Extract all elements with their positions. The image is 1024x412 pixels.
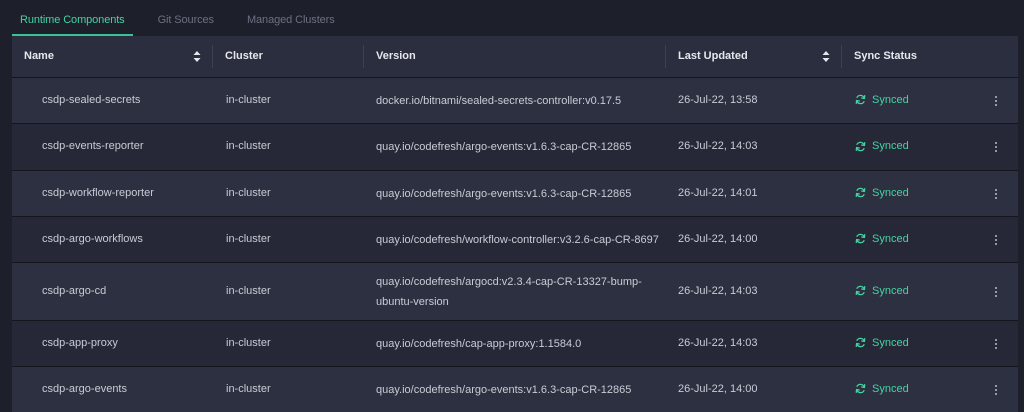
component-version: quay.io/codefresh/cap-app-proxy:1.1584.0 [376, 334, 581, 354]
sync-status-label: Synced [872, 336, 909, 349]
component-name: csdp-argo-workflows [42, 232, 143, 245]
component-version-line: ubuntu-version [376, 295, 449, 308]
component-cluster: in-cluster [226, 232, 271, 245]
sync-icon [855, 285, 866, 296]
table-row[interactable]: csdp-sealed-secrets in-cluster docker.io… [12, 77, 1018, 123]
component-last-updated: 26-Jul-22, 14:00 [678, 232, 758, 245]
sort-icon[interactable] [193, 50, 201, 63]
column-divider [665, 45, 666, 68]
component-last-updated: 26-Jul-22, 14:03 [678, 284, 758, 297]
component-version: quay.io/codefresh/argo-events:v1.6.3-cap… [376, 184, 631, 204]
component-name: csdp-sealed-secrets [42, 93, 141, 106]
sync-status-label: Synced [872, 284, 909, 297]
component-last-updated: 26-Jul-22, 13:58 [678, 93, 758, 106]
table-row[interactable]: csdp-app-proxy in-cluster quay.io/codefr… [12, 320, 1018, 366]
component-cluster: in-cluster [226, 140, 271, 152]
tab-bar: Runtime Components Git Sources Managed C… [12, 0, 360, 36]
component-name: csdp-app-proxy [42, 336, 118, 349]
component-version: docker.io/bitnami/sealed-secrets-control… [376, 91, 621, 111]
column-header-cluster: Cluster [225, 50, 263, 62]
column-header-version: Version [376, 50, 416, 62]
components-table: Name Cluster Version Last Updated Sync S… [12, 36, 1018, 412]
component-last-updated: 26-Jul-22, 14:00 [678, 382, 758, 395]
sync-status-badge: Synced [855, 140, 909, 152]
component-name: csdp-workflow-reporter [42, 186, 154, 199]
component-last-updated: 26-Jul-22, 14:01 [678, 186, 758, 199]
component-name: csdp-events-reporter [42, 140, 144, 152]
column-divider [363, 45, 364, 68]
component-version-line: quay.io/codefresh/workflow-controller:v3… [376, 233, 659, 246]
sync-status-badge: Synced [855, 233, 909, 245]
sync-status-badge: Synced [855, 187, 909, 199]
tab-git-sources[interactable]: Git Sources [150, 0, 222, 36]
component-version: quay.io/codefresh/argo-events:v1.6.3-cap… [376, 137, 631, 157]
sync-status-badge: Synced [855, 285, 909, 297]
sort-icon[interactable] [822, 50, 830, 63]
component-cluster: in-cluster [226, 284, 271, 297]
sync-icon [855, 187, 866, 198]
kebab-menu-icon[interactable] [992, 140, 1000, 154]
sync-status-label: Synced [872, 93, 909, 106]
sync-status-label: Synced [872, 382, 909, 395]
table-row[interactable]: csdp-workflow-reporter in-cluster quay.i… [12, 170, 1018, 216]
table-body: csdp-sealed-secrets in-cluster docker.io… [12, 77, 1018, 412]
column-divider [212, 45, 213, 68]
column-header-name[interactable]: Name [24, 36, 54, 77]
kebab-menu-icon[interactable] [992, 337, 1000, 351]
sync-icon [855, 337, 866, 348]
table-header: Name Cluster Version Last Updated Sync S… [12, 36, 1018, 77]
component-version: quay.io/codefresh/argocd:v2.3.4-cap-CR-1… [376, 272, 642, 312]
sync-icon [855, 141, 866, 151]
sync-status-badge: Synced [855, 383, 909, 395]
kebab-menu-icon[interactable] [992, 383, 1000, 397]
kebab-menu-icon[interactable] [992, 94, 1000, 108]
component-version-line: quay.io/codefresh/cap-app-proxy:1.1584.0 [376, 337, 582, 350]
component-name: csdp-argo-events [42, 382, 127, 395]
table-row[interactable]: csdp-events-reporter in-cluster quay.io/… [12, 123, 1018, 170]
component-cluster: in-cluster [226, 186, 271, 199]
component-version-line: quay.io/codefresh/argo-events:v1.6.3-cap… [376, 187, 632, 200]
component-last-updated: 26-Jul-22, 14:03 [678, 140, 758, 152]
table-row[interactable]: csdp-argo-events in-cluster quay.io/code… [12, 366, 1018, 412]
component-version-line: quay.io/codefresh/argocd:v2.3.4-cap-CR-1… [376, 275, 642, 288]
component-version-line: quay.io/codefresh/argo-events:v1.6.3-cap… [376, 141, 632, 153]
component-version-line: docker.io/bitnami/sealed-secrets-control… [376, 94, 622, 107]
sync-status-label: Synced [872, 140, 909, 152]
column-header-sync-status: Sync Status [854, 50, 917, 62]
column-header-last-updated[interactable]: Last Updated [678, 36, 748, 77]
component-cluster: in-cluster [226, 93, 271, 106]
sync-icon [855, 233, 866, 244]
tab-managed-clusters[interactable]: Managed Clusters [239, 0, 343, 36]
sync-icon [855, 383, 866, 394]
sync-status-badge: Synced [855, 94, 909, 106]
sync-status-label: Synced [872, 232, 909, 245]
component-name: csdp-argo-cd [42, 284, 107, 297]
sync-status-badge: Synced [855, 337, 909, 349]
component-version: quay.io/codefresh/workflow-controller:v3… [376, 230, 659, 250]
table-row[interactable]: csdp-argo-workflows in-cluster quay.io/c… [12, 216, 1018, 262]
table-row[interactable]: csdp-argo-cd in-cluster quay.io/codefres… [12, 262, 1018, 320]
kebab-menu-icon[interactable] [992, 285, 1000, 299]
kebab-menu-icon[interactable] [992, 233, 1000, 247]
component-version-line: quay.io/codefresh/argo-events:v1.6.3-cap… [376, 383, 632, 396]
component-version: quay.io/codefresh/argo-events:v1.6.3-cap… [376, 380, 631, 400]
component-last-updated: 26-Jul-22, 14:03 [678, 336, 758, 349]
component-cluster: in-cluster [226, 382, 271, 395]
component-cluster: in-cluster [226, 336, 271, 349]
sync-icon [855, 94, 866, 105]
tab-runtime-components[interactable]: Runtime Components [12, 0, 133, 36]
column-divider [841, 45, 842, 68]
kebab-menu-icon[interactable] [992, 187, 1000, 201]
sync-status-label: Synced [872, 186, 909, 199]
